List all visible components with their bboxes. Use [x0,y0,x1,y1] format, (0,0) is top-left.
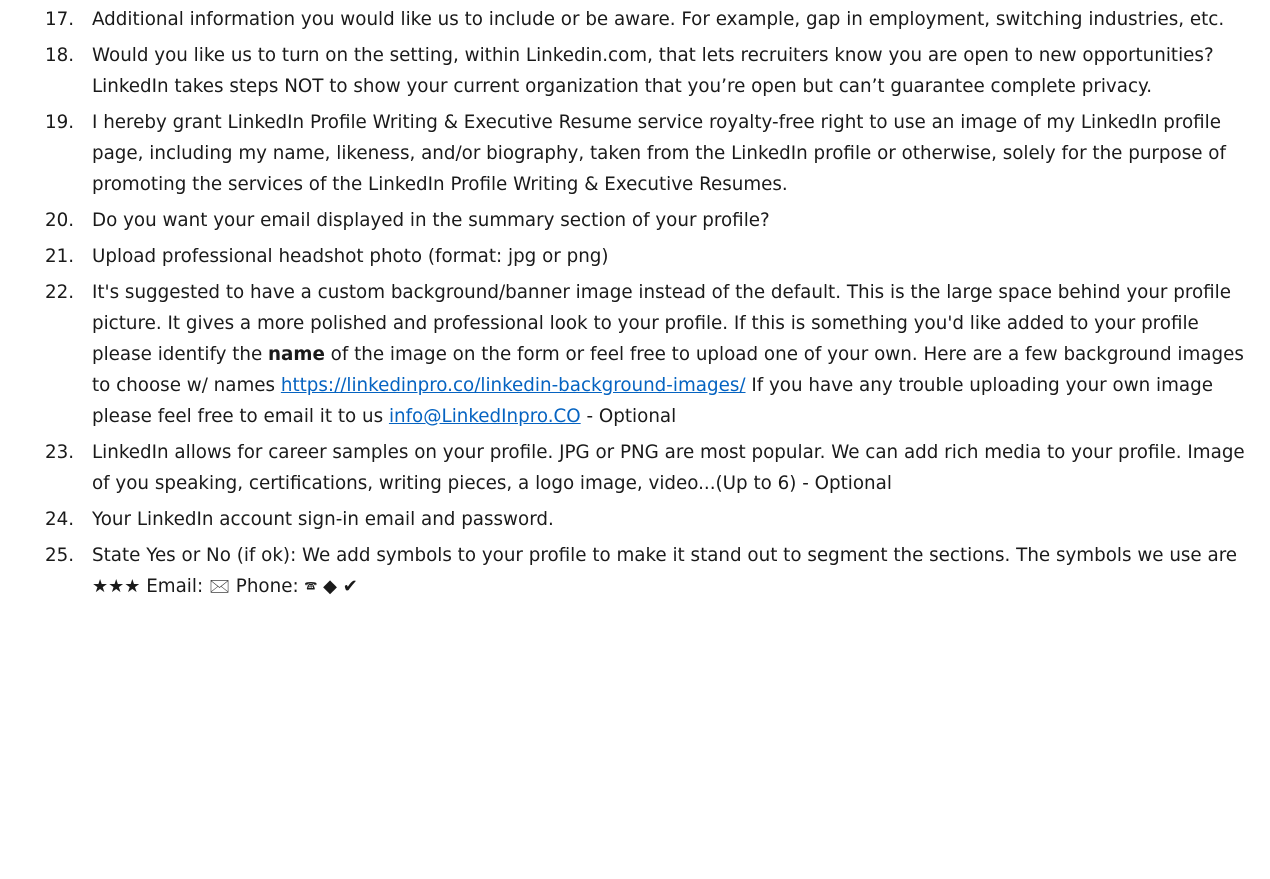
item-text: LinkedIn allows for career samples on yo… [92,442,1245,494]
item-number: 23. [45,442,75,463]
item-text: Additional information you would like us… [92,9,1225,30]
list-item-19: 19. I hereby grant LinkedIn Profile Writ… [0,107,1270,200]
item-text: Would you like us to turn on the setting… [92,45,1214,97]
background-images-link[interactable]: https://linkedinpro.co/linkedin-backgrou… [281,375,746,396]
list-item-22: 22. It's suggested to have a custom back… [0,277,1270,432]
item-number: 22. [45,282,75,303]
list-item-20: 20. Do you want your email displayed in … [0,205,1270,236]
item-number: 17. [45,9,75,30]
item-text: I hereby grant LinkedIn Profile Writing … [92,112,1226,195]
item-number: 24. [45,509,75,530]
item-text-part-d: - Optional [580,406,677,427]
phone-label: Phone: [230,576,305,597]
phone-icon: 🕿 [304,576,318,597]
item-number: 21. [45,246,75,267]
check-icon: ✔ [342,576,358,597]
item-number: 18. [45,45,75,66]
list-item-25: 25. State Yes or No (if ok): We add symb… [0,540,1270,602]
document-page: 17. Additional information you would lik… [0,0,1270,879]
list-item-24: 24. Your LinkedIn account sign-in email … [0,504,1270,535]
list-item-23: 23. LinkedIn allows for career samples o… [0,437,1270,499]
item-text: Upload professional headshot photo (form… [92,246,609,267]
item-text: Your LinkedIn account sign-in email and … [92,509,554,530]
email-label: Email: [140,576,209,597]
diamond-icon: ◆ [323,576,337,597]
envelope-icon: 🖂 [208,576,230,597]
star-icon: ★★★ [92,576,141,597]
email-link[interactable]: info@LinkedInpro.CO [389,406,581,427]
item-text: Do you want your email displayed in the … [92,210,770,231]
item-number: 20. [45,210,75,231]
numbered-list: 17. Additional information you would lik… [0,4,1270,602]
item-bold-name: name [268,344,325,365]
list-item-17: 17. Additional information you would lik… [0,4,1270,35]
item-number: 25. [45,545,75,566]
list-item-21: 21. Upload professional headshot photo (… [0,241,1270,272]
item-number: 19. [45,112,75,133]
item-text-part-a: State Yes or No (if ok): We add symbols … [92,545,1238,566]
list-item-18: 18. Would you like us to turn on the set… [0,40,1270,102]
